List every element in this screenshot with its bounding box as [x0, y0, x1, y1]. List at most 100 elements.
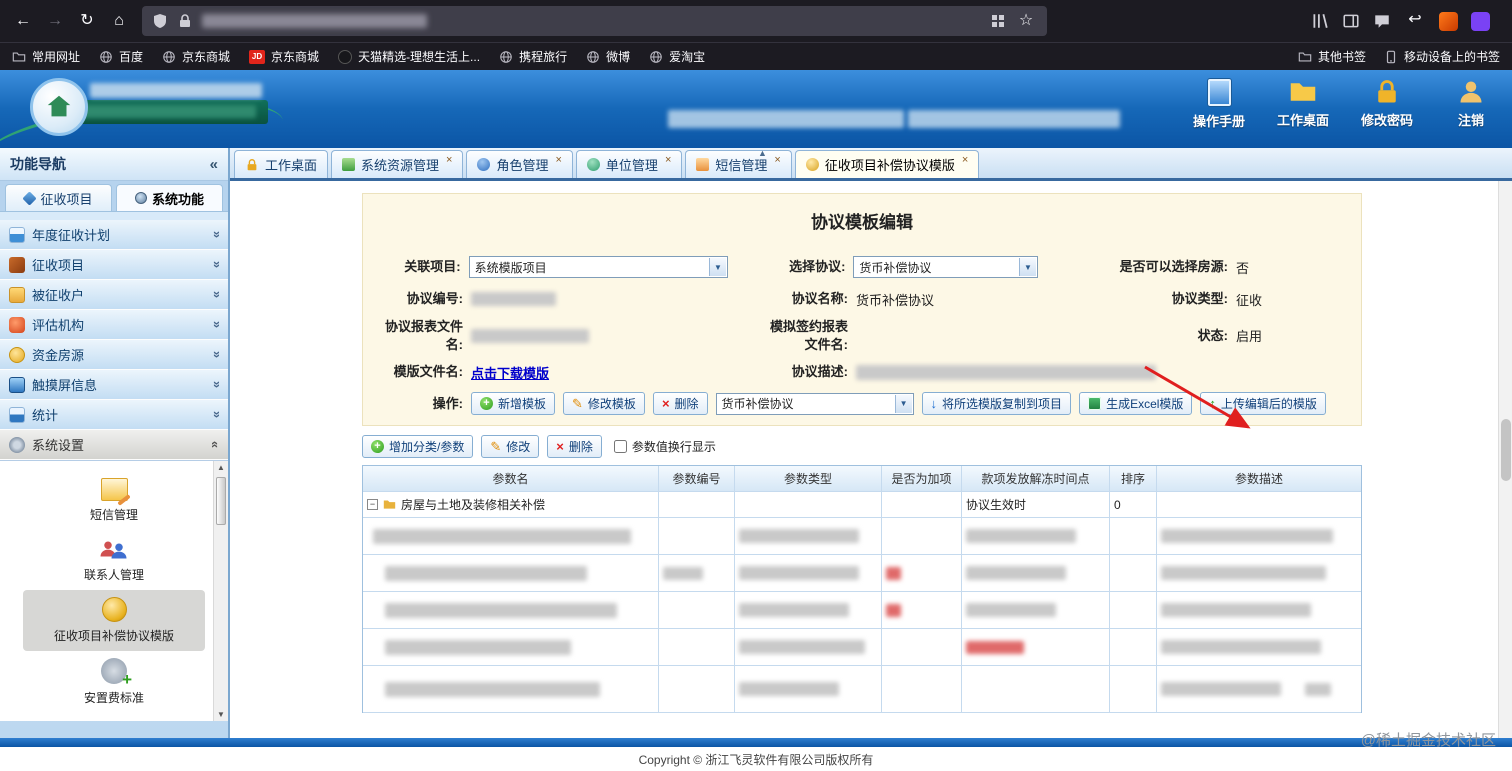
scrollbar-thumb[interactable]	[1501, 419, 1511, 481]
related-project-select[interactable]: 系统模版项目 ▼	[468, 256, 728, 278]
bookmark-item-jd[interactable]: JD 京东商城	[249, 48, 319, 65]
sidebar-item-statistics[interactable]: 统计 «	[0, 400, 228, 430]
submenu-item-compensation-template[interactable]: 征收项目补偿协议模版	[23, 590, 205, 651]
bookmark-item-tmall[interactable]: 天猫精选-理想生活上...	[338, 48, 480, 65]
tab-role-management[interactable]: 角色管理 ×	[466, 150, 573, 178]
project-icon	[22, 190, 38, 206]
chevron-down-icon[interactable]: ▼	[894, 394, 912, 413]
edit-template-button[interactable]: ✎ 修改模板	[563, 392, 645, 416]
bookmark-item-weibo[interactable]: 微博	[586, 48, 630, 65]
operation-agreement-select[interactable]: 货币补偿协议 ▼	[715, 392, 914, 415]
scroll-down-icon[interactable]: ▼	[217, 710, 225, 719]
table-row-category[interactable]: − 房屋与土地及装修相关补偿 协议生效时 0	[363, 492, 1361, 519]
forward-button[interactable]: →	[40, 6, 70, 36]
table-row[interactable]	[363, 629, 1361, 667]
mock-report-filename-label: 模拟签约报表文件名:	[769, 319, 848, 352]
work-desktop-button[interactable]: 工作桌面	[1272, 78, 1334, 130]
reload-button[interactable]: ↻	[72, 6, 102, 36]
bookmark-item-folder[interactable]: 常用网址	[12, 48, 80, 65]
tab-close-icon[interactable]: ×	[962, 154, 968, 166]
sidebar-item-collection-project[interactable]: 征收项目 «	[0, 250, 228, 280]
copy-template-button[interactable]: ↓ 将所选模版复制到项目	[921, 392, 1072, 416]
shield-icon[interactable]	[152, 13, 168, 29]
tab-close-icon[interactable]: ×	[555, 154, 561, 166]
action-label: 工作桌面	[1276, 113, 1329, 128]
burp-extension-icon[interactable]	[1439, 11, 1458, 31]
calendar-icon	[9, 226, 25, 243]
sidebar-item-system-settings[interactable]: 系统设置 «	[0, 430, 228, 460]
edit-param-button[interactable]: ✎ 修改	[481, 435, 540, 459]
lock-icon[interactable]	[177, 13, 193, 29]
folder-icon	[12, 50, 26, 64]
bookmark-item-baidu[interactable]: 百度	[99, 48, 143, 65]
content-body: 协议模板编辑 关联项目: 系统模版项目 ▼ 选择协议: 货币补偿协议 ▼ 是否可…	[230, 181, 1498, 738]
bookmark-label: 百度	[119, 50, 144, 64]
delete-template-button[interactable]: × 删除	[652, 392, 708, 416]
template-download-link[interactable]: 点击下载模版	[471, 363, 549, 382]
add-template-button[interactable]: + 新增模板	[471, 392, 556, 416]
submenu-item-contact-management[interactable]: 联系人管理	[23, 530, 205, 590]
submenu-item-sms-management[interactable]: 短信管理	[23, 471, 205, 530]
manual-button[interactable]: 操作手册	[1188, 78, 1250, 130]
scrollbar-thumb[interactable]	[216, 477, 226, 525]
table-row[interactable]	[363, 555, 1361, 593]
sidebar-item-funds-housing[interactable]: 资金房源 «	[0, 340, 228, 370]
chevron-down-icon[interactable]: ▼	[709, 258, 726, 276]
content-scrollbar[interactable]	[1498, 181, 1512, 738]
bookmark-item-jdmall[interactable]: 京东商城	[162, 48, 230, 65]
extensions-grid-icon[interactable]	[990, 13, 1006, 29]
library-icon[interactable]	[1311, 12, 1329, 30]
tab-system-resources[interactable]: 系统资源管理 ×	[331, 150, 464, 178]
scroll-up-icon[interactable]: ▲	[217, 463, 225, 472]
bookmark-item-ctrip[interactable]: 携程旅行	[499, 48, 567, 65]
generate-excel-button[interactable]: 生成Excel模版	[1079, 392, 1193, 416]
undo-arrow-icon[interactable]: ↩	[1404, 10, 1426, 32]
sidebar-item-touchscreen-info[interactable]: 触摸屏信息 «	[0, 370, 228, 400]
sidebar-item-assessment-agency[interactable]: 评估机构 «	[0, 310, 228, 340]
table-row[interactable]	[363, 666, 1361, 714]
bookmark-label: 其他书签	[1317, 50, 1366, 64]
sidebar-header: 功能导航 «	[0, 148, 228, 181]
collapse-node-icon[interactable]: −	[367, 499, 378, 511]
sidebar-tab-collection-project[interactable]: 征收项目	[5, 184, 112, 211]
other-bookmarks[interactable]: 其他书签	[1298, 48, 1366, 65]
upload-template-button[interactable]: ↑ 上传编辑后的模版	[1200, 392, 1326, 416]
select-value: 货币补偿协议	[721, 397, 794, 412]
tab-close-icon[interactable]: ×	[446, 154, 452, 166]
tab-close-icon[interactable]: ×	[665, 154, 671, 166]
submenu-scrollbar[interactable]: ▲ ▼	[213, 461, 228, 721]
chevron-down-icon[interactable]: ▼	[1019, 258, 1036, 276]
home-button[interactable]: ⌂	[104, 6, 134, 36]
sidebar-tab-system-functions[interactable]: 系统功能	[116, 184, 223, 211]
agreement-edit-panel: 协议模板编辑 关联项目: 系统模版项目 ▼ 选择协议: 货币补偿协议 ▼ 是否可…	[362, 193, 1362, 427]
wrap-checkbox[interactable]	[613, 440, 627, 454]
add-category-button[interactable]: + 增加分类/参数	[362, 435, 474, 459]
table-row[interactable]	[363, 592, 1361, 630]
bookmark-item-aitaobao[interactable]: 爱淘宝	[649, 48, 705, 65]
sidebar-item-annual-plan[interactable]: 年度征收计划 «	[0, 220, 228, 250]
table-row[interactable]	[363, 518, 1361, 556]
tab-close-icon[interactable]: ×	[774, 154, 780, 166]
logout-button[interactable]: 注销	[1440, 78, 1502, 130]
tab-work-desktop[interactable]: 工作桌面	[234, 150, 329, 178]
sidebar-toggle-icon[interactable]	[1342, 12, 1360, 30]
tab-compensation-template[interactable]: 征收项目补偿协议模版 ×	[794, 150, 980, 178]
submenu-item-settlement-fee[interactable]: + 安置费标准	[23, 651, 205, 713]
chevron-double-down-icon: «	[207, 350, 223, 359]
tab-sms-management[interactable]: 短信管理 ×	[685, 150, 792, 178]
sidebar-item-collected-households[interactable]: 被征收户 «	[0, 280, 228, 310]
tab-unit-management[interactable]: 单位管理 ×	[575, 150, 683, 178]
delete-param-button[interactable]: × 删除	[547, 435, 602, 459]
url-bar[interactable]: ☆	[142, 6, 1047, 36]
change-password-button[interactable]: 修改密码	[1356, 78, 1418, 130]
bookmark-star-icon[interactable]: ☆	[1015, 10, 1037, 32]
chat-icon[interactable]	[1373, 12, 1391, 30]
back-button[interactable]: ←	[8, 6, 38, 36]
redacted-header-text	[90, 83, 262, 98]
description-label: 协议描述:	[791, 364, 848, 380]
collapse-handle-icon[interactable]: ▲	[758, 148, 767, 158]
agreement-select[interactable]: 货币补偿协议 ▼	[853, 256, 1038, 278]
mobile-bookmarks[interactable]: 移动设备上的书签	[1384, 48, 1500, 65]
sidebar-collapse-icon[interactable]: «	[210, 156, 218, 173]
extension-icon[interactable]	[1471, 11, 1490, 31]
